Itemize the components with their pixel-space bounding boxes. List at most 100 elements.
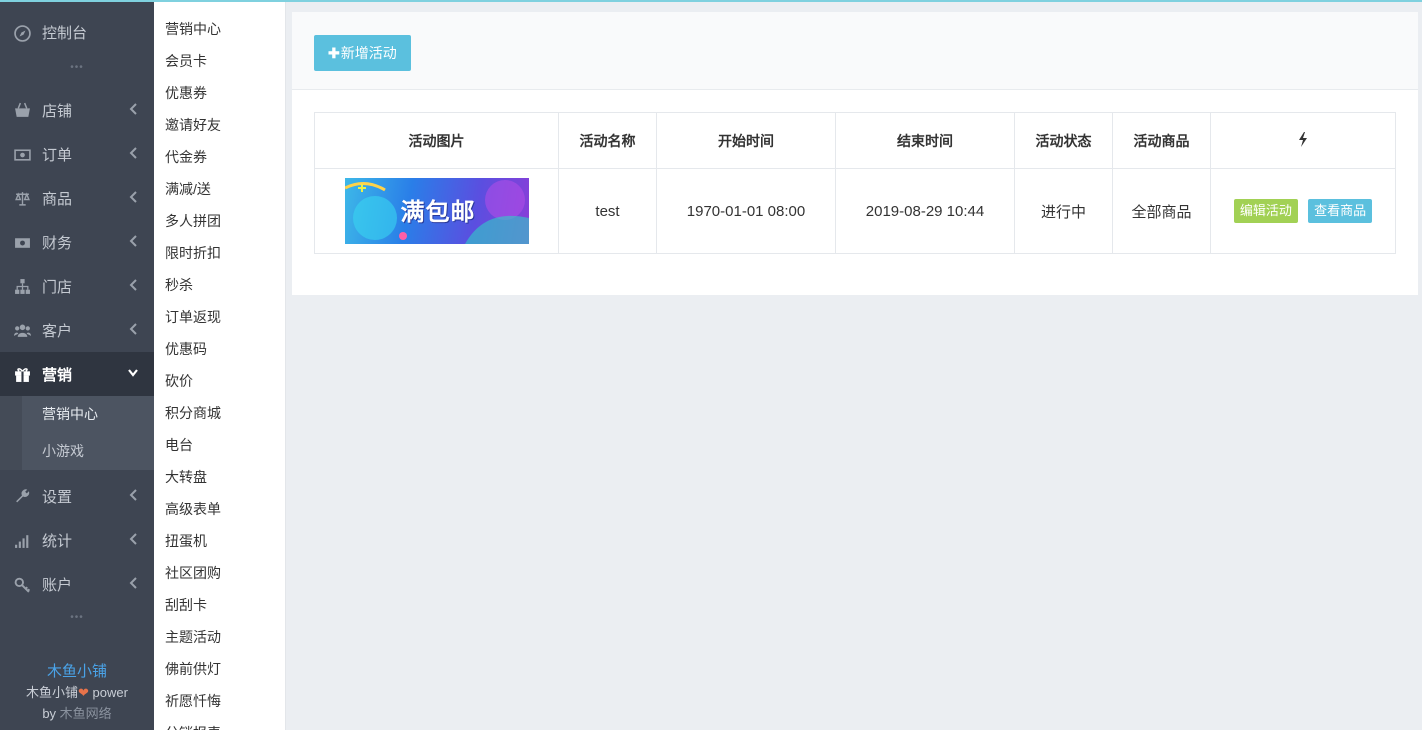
nav-label: 商品 [42, 190, 73, 208]
sub-item-marketing-center[interactable]: 营销中心 [0, 396, 154, 433]
nav-item-store[interactable]: 门店 [0, 264, 154, 308]
chevron-left-icon [129, 489, 137, 501]
gift-icon [12, 366, 32, 383]
submenu-item[interactable]: 优惠券 [154, 77, 285, 109]
compass-icon [12, 24, 32, 42]
footer-by-prefix: by [42, 706, 60, 721]
col-start: 开始时间 [656, 112, 836, 169]
col-actions [1210, 112, 1396, 169]
chevron-down-icon [128, 369, 138, 377]
submenu-item[interactable]: 订单返现 [154, 301, 285, 333]
submenu-item[interactable]: 邀请好友 [154, 109, 285, 141]
submenu-item[interactable]: 分销报表 [154, 717, 285, 730]
footer-company[interactable]: 木鱼网络 [60, 706, 112, 721]
cell-image: 满包邮 [314, 168, 559, 254]
more-dots-icon: ••• [70, 62, 84, 73]
wrench-icon [12, 488, 32, 505]
submenu-item[interactable]: 电台 [154, 429, 285, 461]
nav-item-goods[interactable]: 商品 [0, 176, 154, 220]
nav-label: 门店 [42, 278, 73, 296]
submenu-item[interactable]: 代金券 [154, 141, 285, 173]
col-status: 活动状态 [1014, 112, 1113, 169]
sidebar: 控制台 ••• 店铺 订单 商品 财务 门店 客户 营销 营销中心 小游戏 设置… [0, 0, 154, 730]
chevron-left-icon [129, 577, 137, 589]
nav-label: 账户 [42, 576, 73, 594]
submenu-item[interactable]: 营销中心 [154, 13, 285, 45]
footer-power-suffix: power [88, 685, 128, 700]
submenu-item[interactable]: 优惠码 [154, 333, 285, 365]
footer-brand[interactable]: 木鱼小铺 [0, 661, 154, 682]
table-header-row: 活动图片 活动名称 开始时间 结束时间 活动状态 活动商品 [314, 112, 1396, 169]
submenu-item[interactable]: 佛前供灯 [154, 653, 285, 685]
nav-console-label: 控制台 [42, 24, 88, 42]
col-goods: 活动商品 [1112, 112, 1211, 169]
nav-item-account[interactable]: 账户 [0, 562, 154, 606]
key-icon [12, 576, 32, 593]
cell-end: 2019-08-29 10:44 [835, 168, 1015, 254]
nav-label: 统计 [42, 532, 73, 550]
activity-table: 活动图片 活动名称 开始时间 结束时间 活动状态 活动商品 满包邮 test 1… [314, 112, 1396, 254]
plus-icon: ✚ [328, 44, 340, 61]
nav-item-stats[interactable]: 统计 [0, 518, 154, 562]
marketing-submenu: 营销中心 小游戏 [0, 396, 154, 470]
col-image: 活动图片 [314, 112, 559, 169]
submenu-item[interactable]: 秒杀 [154, 269, 285, 301]
submenu-item[interactable]: 满减/送 [154, 173, 285, 205]
nav-item-customer[interactable]: 客户 [0, 308, 154, 352]
submenu-item[interactable]: 积分商城 [154, 397, 285, 429]
shop-icon [12, 102, 32, 119]
chevron-left-icon [129, 235, 137, 247]
more-dots-icon: ••• [70, 612, 84, 623]
submenu-item[interactable]: 祈愿忏悔 [154, 685, 285, 717]
nav-item-settings[interactable]: 设置 [0, 474, 154, 518]
nav-item-shop[interactable]: 店铺 [0, 88, 154, 132]
top-accent-line [0, 0, 1422, 2]
footer-power-prefix: 木鱼小铺 [26, 685, 79, 700]
chevron-left-icon [129, 103, 137, 115]
heart-icon: ❤ [78, 685, 89, 700]
sub-item-minigame[interactable]: 小游戏 [0, 433, 154, 470]
nav-item-order[interactable]: 订单 [0, 132, 154, 176]
money-icon [12, 146, 32, 163]
submenu-item[interactable]: 社区团购 [154, 557, 285, 589]
sidebar-footer: 木鱼小铺 木鱼小铺❤ power by 木鱼网络 [0, 661, 154, 724]
submenu-item[interactable]: 高级表单 [154, 493, 285, 525]
chevron-left-icon [129, 147, 137, 159]
nav-console[interactable]: 控制台 ••• [0, 0, 154, 73]
activity-image-text: 满包邮 [400, 199, 476, 226]
col-end: 结束时间 [835, 112, 1015, 169]
nav-item-marketing[interactable]: 营销 [0, 352, 154, 396]
activity-image: 满包邮 [344, 178, 529, 244]
add-activity-label: 新增活动 [340, 45, 397, 61]
nav-label: 设置 [42, 488, 73, 506]
signal-icon [12, 532, 32, 549]
nav-item-finance[interactable]: 财务 [0, 220, 154, 264]
marketing-menu: 营销中心 会员卡 优惠券 邀请好友 代金券 满减/送 多人拼团 限时折扣 秒杀 订单返现 优惠码 砍价… [154, 0, 286, 730]
add-activity-button[interactable]: ✚ 新增活动 [314, 35, 411, 71]
chevron-left-icon [129, 191, 137, 203]
chevron-left-icon [129, 533, 137, 545]
activity-panel: 活动图片 活动名称 开始时间 结束时间 活动状态 活动商品 满包邮 test 1… [292, 90, 1418, 295]
submenu-item[interactable]: 主题活动 [154, 621, 285, 653]
cell-name: test [558, 168, 657, 254]
cell-actions: 编辑活动 查看商品 [1210, 168, 1396, 254]
nav-label: 营销 [42, 366, 73, 384]
scale-icon [12, 190, 32, 207]
submenu-item[interactable]: 会员卡 [154, 45, 285, 77]
toolbar: ✚ 新增活动 [292, 12, 1418, 90]
submenu-item[interactable]: 大转盘 [154, 461, 285, 493]
nav-label: 店铺 [42, 102, 73, 120]
footer-by: by 木鱼网络 [0, 703, 154, 724]
cell-goods: 全部商品 [1112, 168, 1211, 254]
submenu-item[interactable]: 砍价 [154, 365, 285, 397]
chevron-left-icon [129, 323, 137, 335]
edit-activity-button[interactable]: 编辑活动 [1233, 199, 1298, 223]
submenu-item[interactable]: 多人拼团 [154, 205, 285, 237]
submenu-item[interactable]: 扭蛋机 [154, 525, 285, 557]
submenu-item[interactable]: 限时折扣 [154, 237, 285, 269]
table-row: 满包邮 test 1970-01-01 08:00 2019-08-29 10:… [314, 168, 1396, 254]
cash-icon [12, 234, 32, 251]
submenu-item[interactable]: 刮刮卡 [154, 589, 285, 621]
view-goods-button[interactable]: 查看商品 [1308, 199, 1373, 223]
col-name: 活动名称 [558, 112, 657, 169]
